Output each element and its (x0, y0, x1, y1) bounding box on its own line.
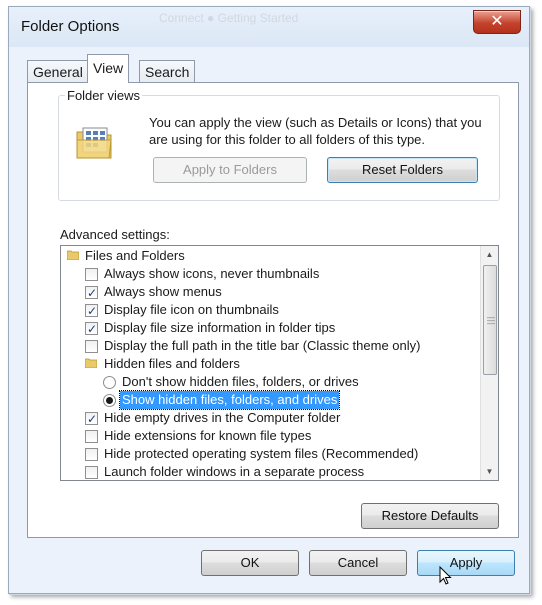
checkbox-display-full-path[interactable] (85, 340, 98, 353)
folder-views-group: Folder views You can apply the view (suc… (58, 88, 500, 201)
scroll-up-arrow-icon[interactable]: ▲ (481, 246, 498, 263)
advanced-settings-list[interactable]: Files and Folders Always show icons, nev… (60, 245, 499, 481)
radio-show-hidden[interactable] (103, 394, 116, 407)
selected-option-label: Show hidden files, folders, and drives (118, 390, 341, 410)
restore-defaults-button[interactable]: Restore Defaults (361, 503, 499, 529)
folder-options-window: Connect ● Getting Started Folder Options… (8, 6, 530, 594)
scroll-thumb[interactable]: — — — (483, 265, 497, 375)
reset-folders-button[interactable]: Reset Folders (327, 157, 478, 183)
checkbox-hide-protected-files[interactable] (85, 448, 98, 461)
cancel-button[interactable]: Cancel (309, 550, 407, 576)
tab-view[interactable]: View (87, 54, 130, 83)
close-button[interactable]: ✕ (473, 10, 521, 34)
tab-general[interactable]: General (27, 60, 89, 83)
folder-icon (85, 358, 97, 368)
close-icon: ✕ (490, 13, 504, 30)
apply-to-folders-button[interactable]: Apply to Folders (153, 157, 307, 183)
checkbox-display-file-size[interactable]: ✓ (85, 322, 98, 336)
window-title: Folder Options (21, 18, 120, 35)
checkbox-always-show-icons[interactable] (85, 268, 98, 281)
check-icon: ✓ (87, 412, 98, 426)
mouse-cursor-icon (439, 566, 452, 585)
radio-dont-show-hidden[interactable] (103, 376, 116, 389)
folder-views-legend: Folder views (65, 88, 142, 103)
check-icon: ✓ (87, 322, 98, 336)
tab-search[interactable]: Search (139, 60, 196, 83)
view-tab-panel: Folder views You can apply the view (suc… (27, 82, 519, 538)
checkbox-hide-extensions[interactable] (85, 430, 98, 443)
check-icon: ✓ (87, 304, 98, 318)
apply-button[interactable]: Apply (417, 550, 515, 576)
checkbox-display-file-icon[interactable]: ✓ (85, 304, 98, 318)
scroll-down-arrow-icon[interactable]: ▼ (481, 463, 498, 480)
checkbox-launch-separate-process[interactable] (85, 466, 98, 479)
title-bar[interactable]: Connect ● Getting Started Folder Options… (9, 7, 529, 47)
grip-icon: — — — (487, 313, 495, 328)
checkbox-hide-empty-drives[interactable]: ✓ (85, 412, 98, 426)
check-icon: ✓ (87, 286, 98, 300)
list-scrollbar[interactable]: ▲ — — — ▼ (480, 246, 498, 480)
folder-icon (67, 250, 79, 260)
advanced-settings-label: Advanced settings: (60, 227, 170, 242)
folder-views-description: You can apply the view (such as Details … (149, 115, 482, 147)
background-window-text: Connect ● Getting Started (159, 11, 299, 25)
ok-button[interactable]: OK (201, 550, 299, 576)
checkbox-always-show-menus[interactable]: ✓ (85, 286, 98, 300)
folder-view-icon (76, 127, 112, 159)
